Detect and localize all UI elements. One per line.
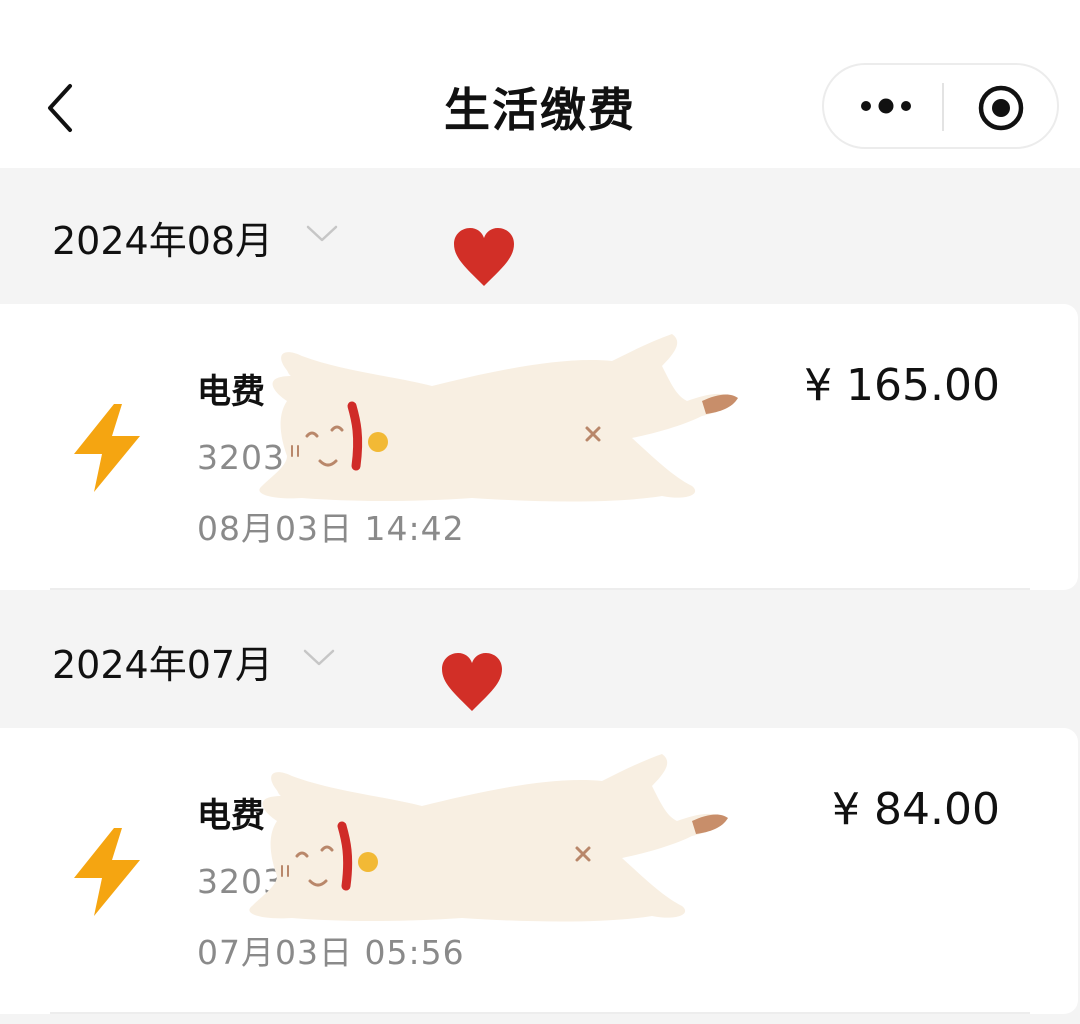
- month-label: 2024年07月: [52, 643, 274, 687]
- bill-card[interactable]: 电费 3203 07月03日 05:56 ¥ 84.00: [0, 728, 1078, 1014]
- more-button[interactable]: [856, 91, 916, 121]
- bill-time: 07月03日 05:56: [197, 933, 465, 972]
- bill-time: 08月03日 14:42: [197, 509, 465, 548]
- month-header[interactable]: 2024年07月: [0, 592, 1080, 722]
- lightning-bolt-icon: [74, 828, 140, 916]
- month-label: 2024年08月: [52, 219, 274, 263]
- bill-card[interactable]: 电费 3203 08月03日 14:42 ¥ 165.00: [0, 304, 1078, 590]
- cat-sticker-icon: [259, 334, 738, 502]
- target-circle-icon: [978, 85, 1024, 131]
- cat-sticker-icon: [249, 754, 728, 922]
- bill-amount: ¥ 84.00: [832, 784, 1000, 835]
- bill-amount: ¥ 165.00: [804, 360, 1000, 411]
- heart-icon: [440, 651, 504, 713]
- chevron-down-icon: [303, 649, 335, 666]
- month-header[interactable]: 2024年08月: [0, 168, 1080, 298]
- capsule-divider: [942, 83, 944, 131]
- card-divider: [50, 1012, 1030, 1014]
- lightning-bolt-icon: [74, 404, 140, 492]
- card-divider: [50, 588, 1030, 590]
- mini-program-capsule: [822, 63, 1059, 149]
- navigation-bar: 生活缴费: [0, 0, 1080, 168]
- close-mini-program-button[interactable]: [976, 83, 1026, 133]
- heart-icon: [452, 226, 516, 288]
- more-dots-icon: [861, 98, 911, 114]
- chevron-down-icon: [306, 225, 338, 242]
